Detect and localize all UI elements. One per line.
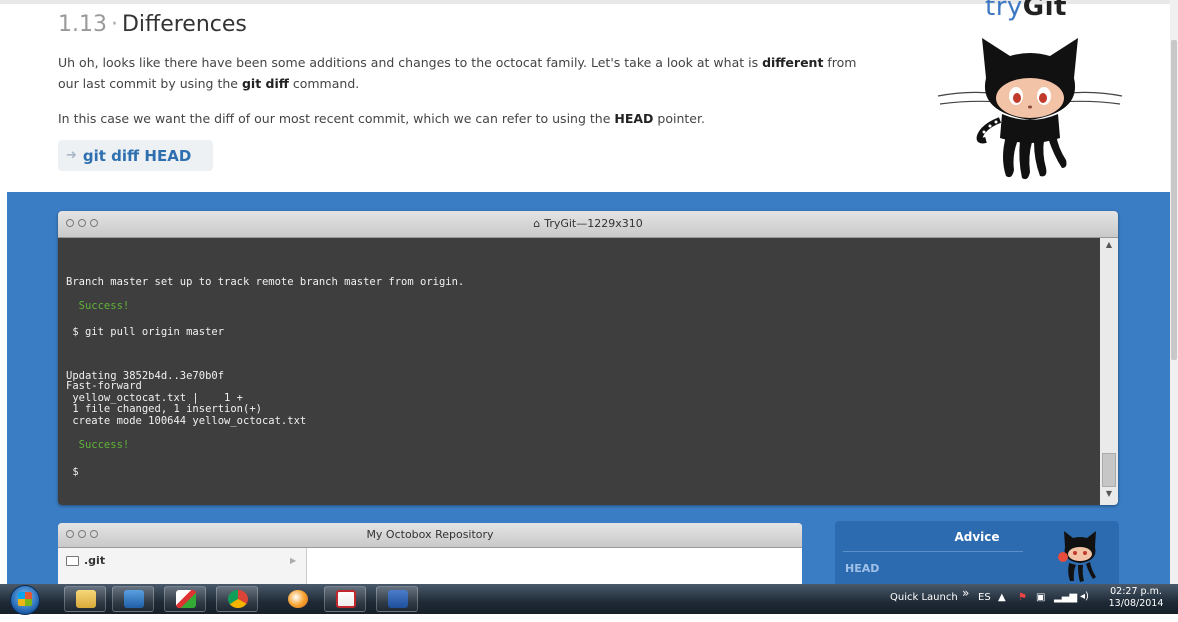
lesson-title: 1.13 · Differences — [58, 12, 247, 37]
terminal-success-line: Success! — [66, 300, 130, 312]
quick-launch-label[interactable]: Quick Launch — [890, 592, 958, 622]
command-hint-text: git diff HEAD — [82, 146, 192, 165]
p2-keyword-head: HEAD — [614, 111, 654, 126]
octocat-mascot-icon — [937, 38, 1123, 180]
media-player-icon[interactable] — [112, 586, 154, 612]
system-clock[interactable]: 02:27 p.m. 13/08/2014 — [1106, 586, 1166, 610]
action-center-icon[interactable]: ⚑ — [1018, 592, 1027, 622]
volume-icon[interactable]: ◂) — [1080, 591, 1089, 621]
advice-divider — [843, 551, 1023, 552]
repository-titlebar: My Octobox Repository — [58, 523, 802, 548]
advice-heading: HEAD — [845, 562, 880, 575]
terminal-line: Fast-forward — [66, 380, 142, 392]
acrobat-icon[interactable] — [324, 586, 366, 612]
terminal-line: 1 file changed, 1 insertion(+) — [66, 403, 262, 415]
chevron-right-icon: ▶ — [290, 556, 297, 565]
page-scrollbar-thumb[interactable] — [1171, 40, 1177, 360]
device-icon[interactable]: ▣ — [1036, 592, 1045, 622]
terminal-title: ⌂ TryGit—1229x310 — [58, 217, 1118, 230]
scroll-up-icon[interactable]: ▲ — [1100, 240, 1118, 254]
p1-text-a: Uh oh, looks like there have been some a… — [58, 55, 763, 70]
network-signal-icon[interactable]: ▂▄▆ — [1054, 592, 1077, 622]
windows-taskbar: Quick Launch » ES ▲ ⚑ ▣ ▂▄▆ ◂) 02:27 p.m… — [0, 584, 1178, 616]
folder-icon — [66, 555, 79, 566]
word-icon[interactable] — [376, 586, 418, 612]
p1-keyword-git-diff: git diff — [241, 76, 289, 91]
lesson-separator: · — [110, 12, 118, 37]
terminal-success-line: Success! — [66, 439, 130, 451]
repo-item-label: .git — [84, 554, 106, 567]
terminal-titlebar: ⌂ TryGit—1229x310 — [58, 211, 1118, 238]
p1-keyword-different: different — [762, 55, 824, 70]
p2-text-a: In this case we want the diff of our mos… — [58, 111, 615, 126]
p2-text-c: pointer. — [653, 111, 705, 126]
advice-panel: Advice HEAD — [835, 521, 1119, 584]
lesson-title-text: Differences — [121, 12, 247, 37]
language-indicator[interactable]: ES — [978, 592, 991, 622]
command-hint-button[interactable]: ➜ git diff HEAD — [58, 140, 213, 171]
pen-app-icon[interactable] — [164, 586, 206, 612]
repository-title: My Octobox Repository — [366, 528, 494, 541]
terminal-scroll-thumb[interactable] — [1102, 453, 1116, 487]
lesson-paragraph-1: Uh oh, looks like there have been some a… — [58, 52, 858, 94]
terminal-output[interactable]: Branch master set up to track remote bra… — [58, 238, 1100, 505]
terminal-line: $ git pull origin master — [66, 326, 225, 338]
terminal-window: ⌂ TryGit—1229x310 Branch master set up to… — [58, 211, 1118, 505]
file-explorer-icon[interactable] — [64, 586, 106, 612]
repository-file-list: .git ▶ — [58, 548, 307, 584]
repository-window: My Octobox Repository .git ▶ — [58, 523, 802, 584]
terminal-line: Branch master set up to track remote bra… — [66, 276, 465, 288]
page-scrollbar[interactable] — [1170, 0, 1178, 584]
blob-app-icon[interactable] — [276, 586, 318, 612]
lesson-number: 1.13 — [58, 12, 107, 37]
scroll-down-icon[interactable]: ▼ — [1100, 489, 1118, 503]
lesson-paragraph-2: In this case we want the diff of our mos… — [58, 108, 858, 129]
chrome-icon[interactable] — [216, 586, 258, 612]
p1-text-e: command. — [288, 76, 360, 91]
start-orb-icon[interactable] — [10, 585, 40, 615]
octocat-small-icon — [1058, 531, 1096, 582]
terminal-line: create mode 100644 yellow_octocat.txt — [66, 415, 307, 427]
clock-time: 02:27 p.m. — [1110, 586, 1162, 597]
quick-launch-chevron[interactable]: » — [962, 586, 969, 616]
terminal-line: $ — [66, 466, 79, 478]
repo-item-git[interactable]: .git — [66, 554, 105, 567]
clock-date: 13/08/2014 — [1108, 598, 1164, 609]
tray-expand-icon[interactable]: ▲ — [998, 592, 1006, 622]
arrow-icon: ➜ — [66, 148, 77, 163]
home-icon: ⌂ — [533, 217, 541, 230]
terminal-title-text: TryGit—1229x310 — [544, 217, 643, 230]
terminal-scrollbar[interactable]: ▲ ▼ — [1100, 238, 1118, 505]
